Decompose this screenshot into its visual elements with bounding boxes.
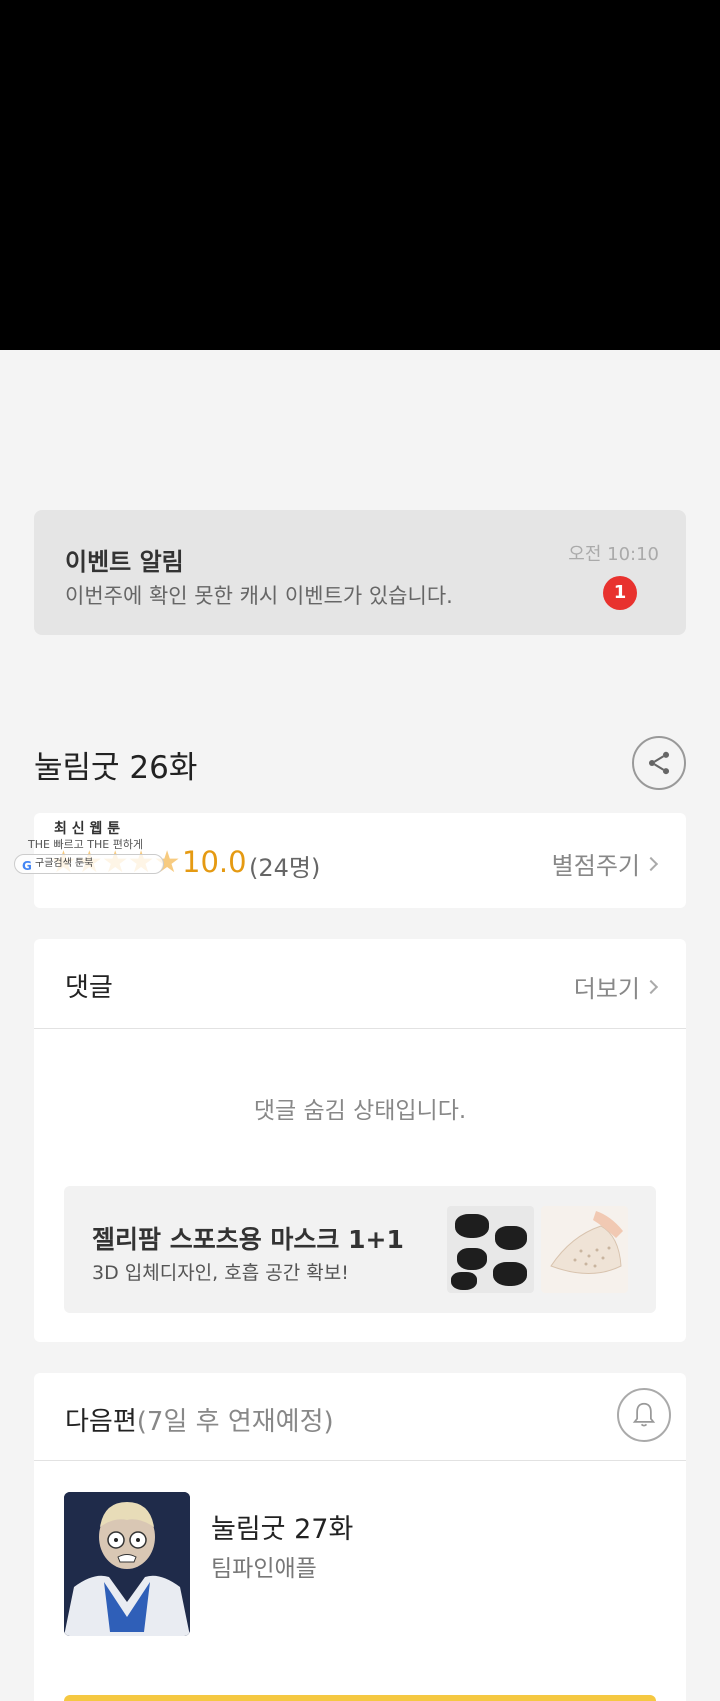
episode-title: 눌림굿 26화: [34, 750, 198, 786]
next-schedule: (7일 후 연재예정): [136, 1407, 334, 1437]
rating-count: (24명): [249, 854, 321, 882]
notify-button[interactable]: [617, 1388, 671, 1442]
ad-title: 젤리팜 스포츠용 마스크 1+1: [92, 1225, 404, 1254]
comments-hidden-message: 댓글 숨김 상태입니다.: [253, 1098, 467, 1124]
next-episode-author: 팀파인애플: [211, 1556, 317, 1582]
chevron-right-icon: [643, 979, 659, 994]
share-button[interactable]: [632, 736, 686, 790]
watermark-pill: G 구글검색 툰북: [14, 854, 164, 874]
rate-button[interactable]: 별점주기: [551, 846, 659, 881]
watermark-overlay: 최 신 웹 툰 THE 빠르고 THE 편하게 G 구글검색 툰북: [12, 818, 167, 874]
ad-banner[interactable]: 젤리팜 스포츠용 마스크 1+1 3D 입체디자인, 호흡 공간 확보!: [64, 1186, 656, 1313]
share-icon: [648, 751, 670, 775]
event-body: 이번주에 확인 못한 캐시 이벤트가 있습니다.: [65, 584, 453, 608]
watermark-pill-text: 구글검색 툰북: [35, 858, 94, 869]
divider: [34, 1460, 686, 1461]
top-black-area: [0, 0, 720, 350]
next-episode-thumbnail[interactable]: [64, 1492, 190, 1636]
ad-image-hand-mask: [541, 1206, 628, 1293]
next-episode-card: 다음편(7일 후 연재예정) 눌림굿 27화 팀파인애플: [34, 1373, 686, 1701]
bell-icon: [632, 1402, 656, 1427]
chevron-right-icon: [643, 856, 659, 871]
view-button[interactable]: [64, 1695, 656, 1701]
more-label: 더보기: [573, 975, 640, 1003]
ad-image-masks: [447, 1206, 534, 1293]
divider: [34, 1028, 686, 1029]
ad-subtitle: 3D 입체디자인, 호흡 공간 확보!: [92, 1262, 349, 1284]
watermark-line1: 최 신 웹 툰: [54, 821, 121, 837]
next-episode-title[interactable]: 눌림굿 27화: [211, 1507, 353, 1546]
event-notification-card[interactable]: 이벤트 알림 이번주에 확인 못한 캐시 이벤트가 있습니다. 오전 10:10…: [34, 510, 686, 635]
rate-label: 별점주기: [551, 852, 640, 880]
event-title: 이벤트 알림: [65, 548, 184, 576]
watermark-line2: THE 빠르고 THE 편하게: [28, 838, 144, 851]
event-time: 오전 10:10: [568, 544, 659, 565]
comment-heading: 댓글: [65, 973, 113, 1003]
next-heading: 다음편(7일 후 연재예정): [65, 1401, 334, 1438]
comment-more-button[interactable]: 더보기: [573, 969, 659, 1004]
next-heading-label: 다음편: [65, 1407, 137, 1437]
unread-badge: 1: [603, 576, 637, 610]
comment-card: 댓글 더보기 댓글 숨김 상태입니다. 젤리팜 스포츠용 마스크 1+1 3D …: [34, 939, 686, 1342]
rating-score: 10.0: [182, 845, 247, 879]
google-icon: G: [22, 859, 32, 873]
